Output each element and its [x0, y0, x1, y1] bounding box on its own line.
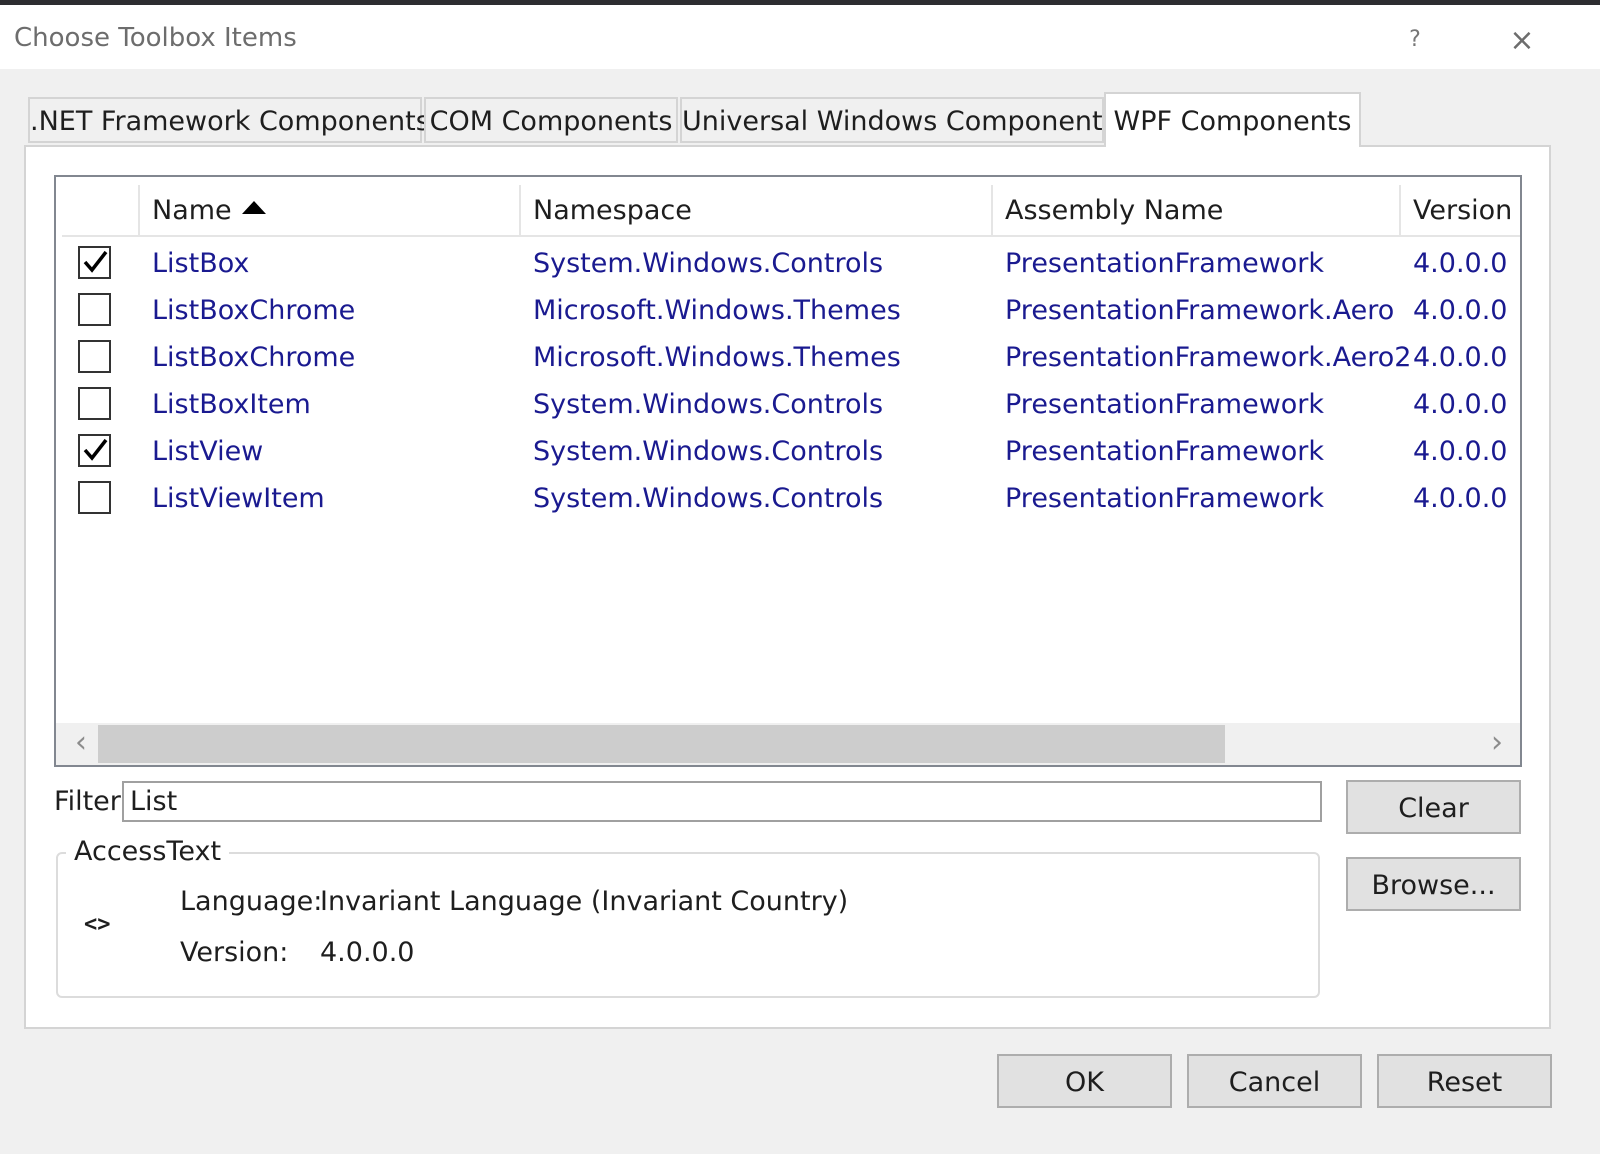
cell-assembly-name: PresentationFramework.Aero2	[1005, 342, 1412, 373]
cell-version: 4.0.0.0	[1413, 436, 1508, 467]
tab-wpf[interactable]: WPF Components	[1104, 92, 1361, 147]
cell-name: ListView	[152, 436, 264, 467]
header-namespace[interactable]: Namespace	[521, 185, 993, 237]
table-row[interactable]: ListBoxChrome Microsoft.Windows.Themes Pre…	[56, 287, 1520, 334]
cancel-button[interactable]: Cancel	[1187, 1054, 1362, 1108]
cell-assembly-name: PresentationFramework.Aero	[1005, 295, 1395, 326]
cell-namespace: System.Windows.Controls	[533, 248, 884, 279]
checkmark-icon	[83, 438, 108, 461]
details-groupbox	[56, 852, 1320, 998]
cell-assembly-name: PresentationFramework	[1005, 436, 1325, 467]
table-row[interactable]: ListViewItem System.Windows.Controls Prese…	[56, 475, 1520, 522]
ok-button[interactable]: OK	[997, 1054, 1172, 1108]
table-row[interactable]: ListView System.Windows.Controls Presentat…	[56, 428, 1520, 475]
row-checkbox[interactable]	[78, 481, 111, 514]
clear-button[interactable]: Clear	[1346, 780, 1521, 834]
cell-namespace: System.Windows.Controls	[533, 436, 884, 467]
filter-input[interactable]	[122, 781, 1322, 822]
horizontal-scrollbar[interactable]: ‹ ›	[56, 723, 1520, 765]
header-checkbox-column[interactable]	[62, 185, 140, 237]
cell-version: 4.0.0.0	[1413, 295, 1508, 326]
language-value: Invariant Language (Invariant Country)	[320, 886, 849, 917]
row-checkbox[interactable]	[78, 246, 111, 279]
table-row[interactable]: ListBoxChrome Microsoft.Windows.Themes Pre…	[56, 334, 1520, 381]
scroll-left-icon[interactable]: ‹	[66, 723, 96, 765]
row-checkbox[interactable]	[78, 340, 111, 373]
cell-namespace: System.Windows.Controls	[533, 483, 884, 514]
reset-button[interactable]: Reset	[1377, 1054, 1552, 1108]
tab-universal-windows[interactable]: Universal Windows Components	[680, 97, 1117, 143]
version-label: Version:	[180, 937, 289, 968]
cell-name: ListBox	[152, 248, 250, 279]
header-version[interactable]: Version	[1401, 185, 1520, 237]
cell-assembly-name: PresentationFramework	[1005, 483, 1325, 514]
filter-label: Filter:	[54, 786, 130, 817]
cell-assembly-name: PresentationFramework	[1005, 248, 1325, 279]
version-value: 4.0.0.0	[320, 937, 415, 968]
header-name-label: Name	[152, 195, 232, 226]
cell-name: ListBoxChrome	[152, 295, 356, 326]
components-list[interactable]: Name Namespace Assembly Name Version Lis…	[54, 175, 1522, 767]
cell-version: 4.0.0.0	[1413, 389, 1508, 420]
cell-version: 4.0.0.0	[1413, 483, 1508, 514]
header-assembly-name[interactable]: Assembly Name	[993, 185, 1401, 237]
browse-button[interactable]: Browse...	[1346, 857, 1521, 911]
cell-namespace: System.Windows.Controls	[533, 389, 884, 420]
sort-ascending-icon	[241, 201, 266, 214]
cell-name: ListBoxItem	[152, 389, 311, 420]
dialog-title: Choose Toolbox Items	[14, 23, 297, 53]
details-group-title: AccessText	[66, 836, 230, 867]
scroll-right-icon[interactable]: ›	[1482, 723, 1512, 765]
header-name[interactable]: Name	[140, 185, 521, 237]
row-checkbox[interactable]	[78, 293, 111, 326]
close-button[interactable]: ×	[1502, 23, 1542, 59]
code-brackets-icon: <>	[84, 912, 111, 937]
cell-assembly-name: PresentationFramework	[1005, 389, 1325, 420]
cell-version: 4.0.0.0	[1413, 342, 1508, 373]
cell-namespace: Microsoft.Windows.Themes	[533, 342, 901, 373]
help-button[interactable]: ?	[1398, 23, 1432, 57]
tab-net-framework[interactable]: .NET Framework Components	[28, 97, 430, 143]
row-checkbox[interactable]	[78, 387, 111, 420]
language-label: Language:	[180, 886, 323, 917]
cell-name: ListViewItem	[152, 483, 325, 514]
cell-name: ListBoxChrome	[152, 342, 356, 373]
scrollbar-thumb[interactable]	[98, 725, 1225, 763]
checkmark-icon	[83, 250, 108, 273]
cell-version: 4.0.0.0	[1413, 248, 1508, 279]
table-row[interactable]: ListBox System.Windows.Controls Presentati…	[56, 240, 1520, 287]
tab-com[interactable]: COM Components	[424, 97, 678, 143]
row-checkbox[interactable]	[78, 434, 111, 467]
table-row[interactable]: ListBoxItem System.Windows.Controls Presen…	[56, 381, 1520, 428]
cell-namespace: Microsoft.Windows.Themes	[533, 295, 901, 326]
title-bar: Choose Toolbox Items ? ×	[0, 5, 1600, 69]
